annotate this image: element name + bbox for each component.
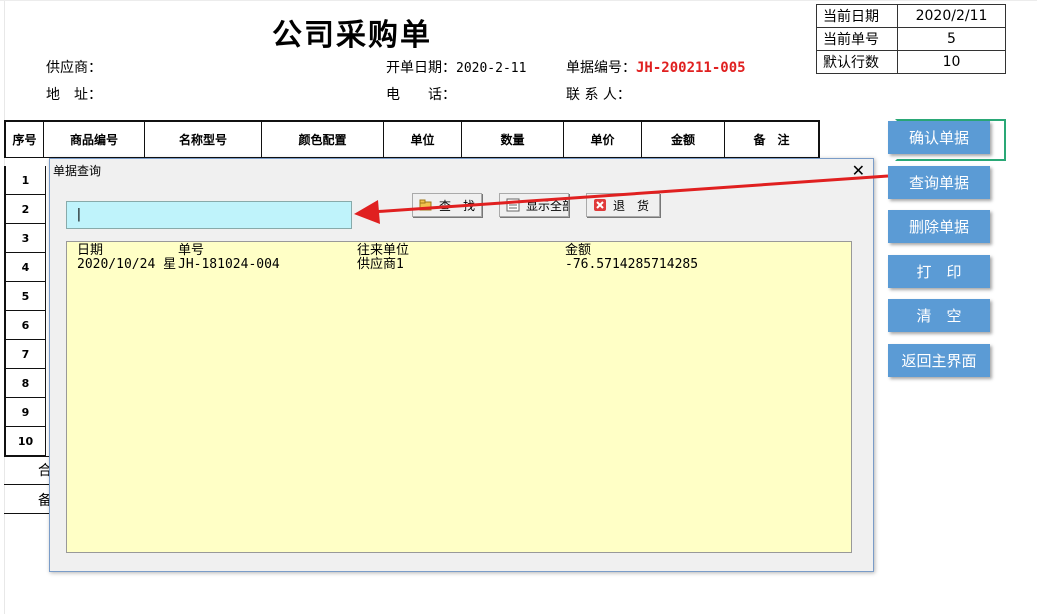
arrow-shaft — [371, 174, 889, 214]
arrow-head — [354, 200, 380, 224]
annotation-arrow — [354, 174, 889, 224]
